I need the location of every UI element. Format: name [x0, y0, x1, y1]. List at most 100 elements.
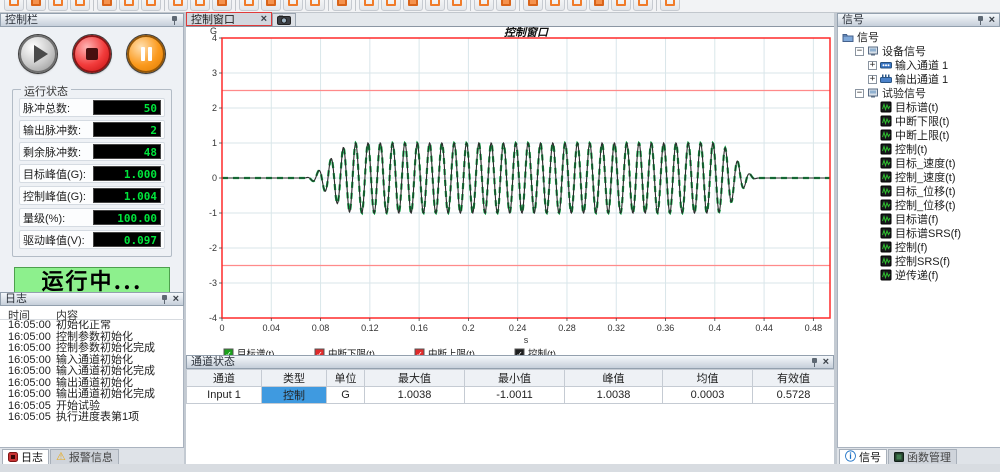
- legend-label: 控制(t): [528, 348, 556, 355]
- signal-tab-信号[interactable]: ⓘ信号: [839, 449, 887, 464]
- tree-item-控制(f)[interactable]: 控制(f): [838, 240, 1000, 254]
- tree-item-信号[interactable]: 信号: [838, 30, 1000, 44]
- left-splitter[interactable]: [184, 13, 186, 472]
- toolbar-button-fit-horizontal[interactable]: [523, 0, 543, 11]
- tree-item-试验信号[interactable]: −试验信号: [838, 86, 1000, 100]
- control-panel-header[interactable]: 控制栏: [0, 13, 184, 27]
- legend-item-中断下限(t)[interactable]: ✓中断下限(t): [315, 348, 375, 355]
- channel-col-最大值: 最大值: [365, 370, 465, 387]
- tree-item-设备信号[interactable]: −设备信号: [838, 44, 1000, 58]
- toolbar-button-settings[interactable]: [141, 0, 161, 11]
- pause-button[interactable]: [127, 35, 165, 73]
- toolbar-button-layout-grid-2[interactable]: [381, 0, 401, 11]
- field-value-display: 1.004: [93, 188, 161, 203]
- toolbar-button-wav-record[interactable]: [332, 0, 352, 11]
- pause-icon: [148, 47, 152, 61]
- x-tick-label: 0.2: [462, 323, 475, 333]
- tree-item-目标谱(t)[interactable]: 目标谱(t): [838, 100, 1000, 114]
- right-splitter[interactable]: [834, 13, 837, 472]
- layout-grid-1-icon: [364, 0, 374, 6]
- toolbar-button-import[interactable]: [97, 0, 117, 11]
- toolbar-button-save-all[interactable]: [70, 0, 90, 11]
- signal-tab-函数管理[interactable]: 函数管理: [888, 449, 957, 464]
- log-tab-日志[interactable]: 日志: [2, 449, 49, 464]
- toolbar-button-tape-1[interactable]: [474, 0, 494, 11]
- toolbar-button-pan[interactable]: [567, 0, 587, 11]
- pin-icon[interactable]: [161, 295, 169, 304]
- tree-item-控制SRS(f)[interactable]: 控制SRS(f): [838, 254, 1000, 268]
- toolbar-button-favorite[interactable]: [168, 0, 188, 11]
- toolbar-button-clock[interactable]: [212, 0, 232, 11]
- status-field-row: 脉冲总数:50: [19, 98, 165, 117]
- stop-button[interactable]: [73, 35, 111, 73]
- expand-icon[interactable]: +: [868, 75, 877, 84]
- layout-grid-3-icon: [408, 0, 418, 6]
- tree-item-目标谱SRS(f)[interactable]: 目标谱SRS(f): [838, 226, 1000, 240]
- toolbar-button-chart-view-1[interactable]: [425, 0, 445, 11]
- close-icon[interactable]: ×: [823, 357, 829, 367]
- toolbar-button-pie-chart[interactable]: [190, 0, 210, 11]
- tree-item-逆传递(f)[interactable]: 逆传递(f): [838, 268, 1000, 282]
- toolbar-button-signal-L3[interactable]: [283, 0, 303, 11]
- start-button[interactable]: [19, 35, 57, 73]
- tree-item-控制_速度(t)[interactable]: 控制_速度(t): [838, 170, 1000, 184]
- toolbar-button-open-file[interactable]: [26, 0, 46, 11]
- toolbar-button-chart-view-2[interactable]: [447, 0, 467, 11]
- tree-item-中断上限(t)[interactable]: 中断上限(t): [838, 128, 1000, 142]
- signal-L2-icon: [266, 0, 276, 6]
- tab-label: 日志: [21, 449, 43, 465]
- pin-icon[interactable]: [977, 16, 985, 25]
- tree-item-输出通道 1[interactable]: +输出通道 1: [838, 72, 1000, 86]
- tree-item-输入通道 1[interactable]: +输入通道 1: [838, 58, 1000, 72]
- toolbar-button-print[interactable]: [119, 0, 139, 11]
- toolbar-button-tape-2[interactable]: [496, 0, 516, 11]
- toolbar-button-signal-L2[interactable]: [261, 0, 281, 11]
- close-icon[interactable]: ×: [989, 15, 995, 25]
- log-panel-title: 日志: [5, 293, 158, 305]
- toolbar-button-globe[interactable]: [305, 0, 325, 11]
- close-icon[interactable]: ×: [173, 294, 179, 304]
- toolbar-separator: [656, 0, 657, 11]
- tree-item-控制(t)[interactable]: 控制(t): [838, 142, 1000, 156]
- tree-item-目标谱(f)[interactable]: 目标谱(f): [838, 212, 1000, 226]
- toolbar-button-layout-grid-1[interactable]: [359, 0, 379, 11]
- channel-row[interactable]: Input 1控制G1.0038-1.00111.00380.00030.572…: [187, 387, 835, 404]
- log-panel-header[interactable]: 日志 ×: [0, 292, 184, 306]
- pin-icon[interactable]: [811, 358, 819, 367]
- tree-item-控制_位移(t)[interactable]: 控制_位移(t): [838, 198, 1000, 212]
- channel-cell: 1.0038: [565, 387, 663, 404]
- waveform-plot[interactable]: 控制窗口G43210-1-2-3-400.040.080.120.160.20.…: [186, 27, 834, 355]
- legend-item-目标谱(t)[interactable]: ✓目标谱(t): [224, 348, 274, 355]
- y-tick-label: -3: [209, 278, 217, 288]
- close-icon[interactable]: ×: [261, 14, 267, 24]
- toolbar-button-new-file[interactable]: [4, 0, 24, 11]
- legend-item-中断上限(t)[interactable]: ✓中断上限(t): [415, 348, 475, 355]
- collapse-icon[interactable]: −: [855, 47, 864, 56]
- toolbar-button-zoom-out[interactable]: [611, 0, 631, 11]
- tree-item-中断下限(t)[interactable]: 中断下限(t): [838, 114, 1000, 128]
- legend-item-控制(t)[interactable]: ✓控制(t): [515, 348, 556, 355]
- tape-1-icon: [479, 0, 489, 6]
- signal-icon: [880, 115, 892, 127]
- toolbar-button-signal-L1[interactable]: [239, 0, 259, 11]
- pin-icon[interactable]: [171, 16, 179, 25]
- toolbar-button-save-file[interactable]: [48, 0, 68, 11]
- log-tab-报警信息[interactable]: ⚠报警信息: [50, 449, 119, 464]
- tree-item-目标_速度(t)[interactable]: 目标_速度(t): [838, 156, 1000, 170]
- toolbar-separator: [519, 0, 520, 11]
- toolbar-button-wave-peak[interactable]: [660, 0, 680, 11]
- collapse-icon[interactable]: −: [855, 89, 864, 98]
- channel-cell: -1.0011: [465, 387, 565, 404]
- tree-item-目标_位移(t)[interactable]: 目标_位移(t): [838, 184, 1000, 198]
- toolbar-button-refresh[interactable]: [633, 0, 653, 11]
- tab-snapshot[interactable]: [272, 13, 296, 26]
- signal-icon: [880, 255, 892, 267]
- expand-icon[interactable]: +: [868, 61, 877, 70]
- toolbar-button-layout-grid-3[interactable]: [403, 0, 423, 11]
- tab-control-window[interactable]: 控制窗口 ×: [186, 12, 272, 26]
- input-icon: [880, 59, 892, 71]
- signal-panel-header[interactable]: 信号 ×: [837, 13, 1000, 27]
- channel-status-header[interactable]: 通道状态 ×: [186, 355, 834, 369]
- toolbar-button-fit-vertical[interactable]: [545, 0, 565, 11]
- toolbar-button-zoom-in[interactable]: [589, 0, 609, 11]
